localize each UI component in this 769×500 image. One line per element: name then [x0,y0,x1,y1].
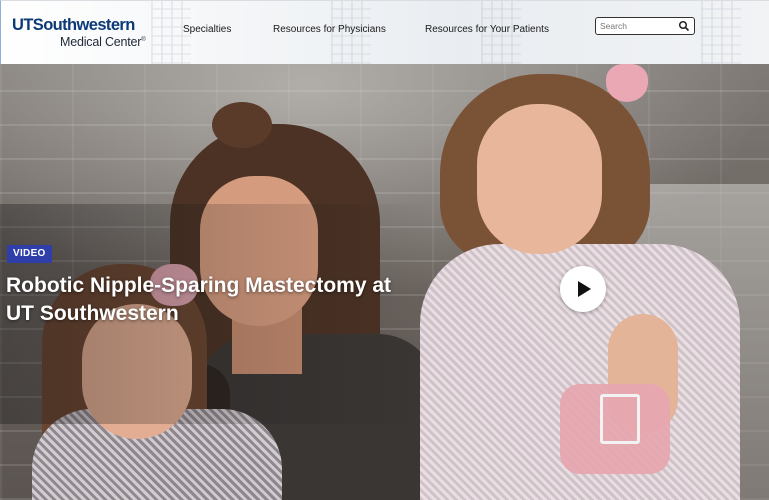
logo-secondary-row: Medical Center® [60,34,146,49]
play-button[interactable] [560,266,606,312]
logo-primary: UTSouthwestern [12,16,135,34]
hero-banner: VIDEO Robotic Nipple-Sparing Mastectomy … [0,64,769,500]
logo-secondary: Medical Center [60,34,142,49]
nav-resources-physicians[interactable]: Resources for Physicians [273,24,386,35]
hero-photo-woman-bun [212,102,272,148]
site-logo[interactable]: UTSouthwestern Medical Center® [12,17,146,48]
nav-resources-patients[interactable]: Resources for Your Patients [425,24,549,35]
play-icon [578,281,591,297]
hero-photo-girl-right-face [477,104,602,254]
hero-photo-hair-bow [606,64,648,102]
search-box [595,17,695,35]
hero-photo-buckle [600,394,640,444]
search-icon[interactable] [678,20,690,32]
hero-title[interactable]: Robotic Nipple-Sparing Mastectomy at UT … [6,272,406,328]
header-background [701,1,741,64]
registered-mark: ® [141,36,146,43]
nav-specialties[interactable]: Specialties [183,24,231,35]
search-input[interactable] [596,19,678,33]
video-badge: VIDEO [7,245,52,263]
site-header: UTSouthwestern Medical Center® Specialti… [0,0,769,64]
